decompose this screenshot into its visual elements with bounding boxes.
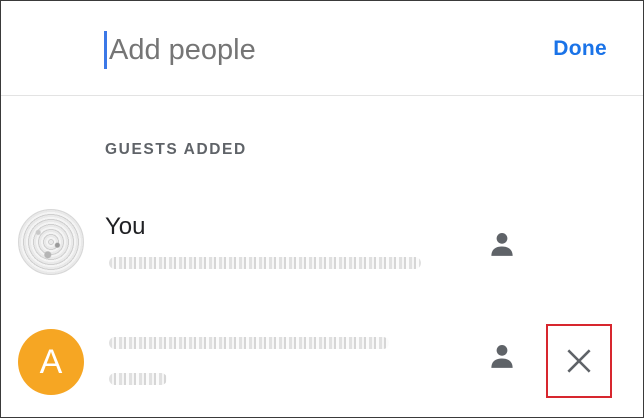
guest-name: You [105, 213, 146, 240]
avatar: A [18, 329, 84, 395]
guest-row-you[interactable]: You [1, 197, 643, 287]
avatar-letter: A [39, 342, 63, 381]
add-people-field[interactable] [104, 29, 484, 71]
guest-email-redacted [109, 337, 389, 349]
add-people-input[interactable] [109, 33, 449, 67]
guest-email-redacted-line2 [109, 373, 167, 385]
person-icon [491, 345, 513, 368]
done-button[interactable]: Done [553, 37, 607, 61]
section-label: GUESTS ADDED [105, 141, 247, 158]
guest-email-redacted [109, 257, 421, 269]
add-guests-screen: Done GUESTS ADDED You A [0, 0, 644, 418]
avatar [18, 209, 84, 275]
guest-row-a[interactable]: A [1, 317, 643, 407]
person-icon [491, 233, 513, 256]
close-icon [567, 349, 591, 373]
header: Done [1, 1, 643, 96]
remove-guest-button[interactable] [546, 324, 612, 398]
text-caret [104, 31, 107, 69]
